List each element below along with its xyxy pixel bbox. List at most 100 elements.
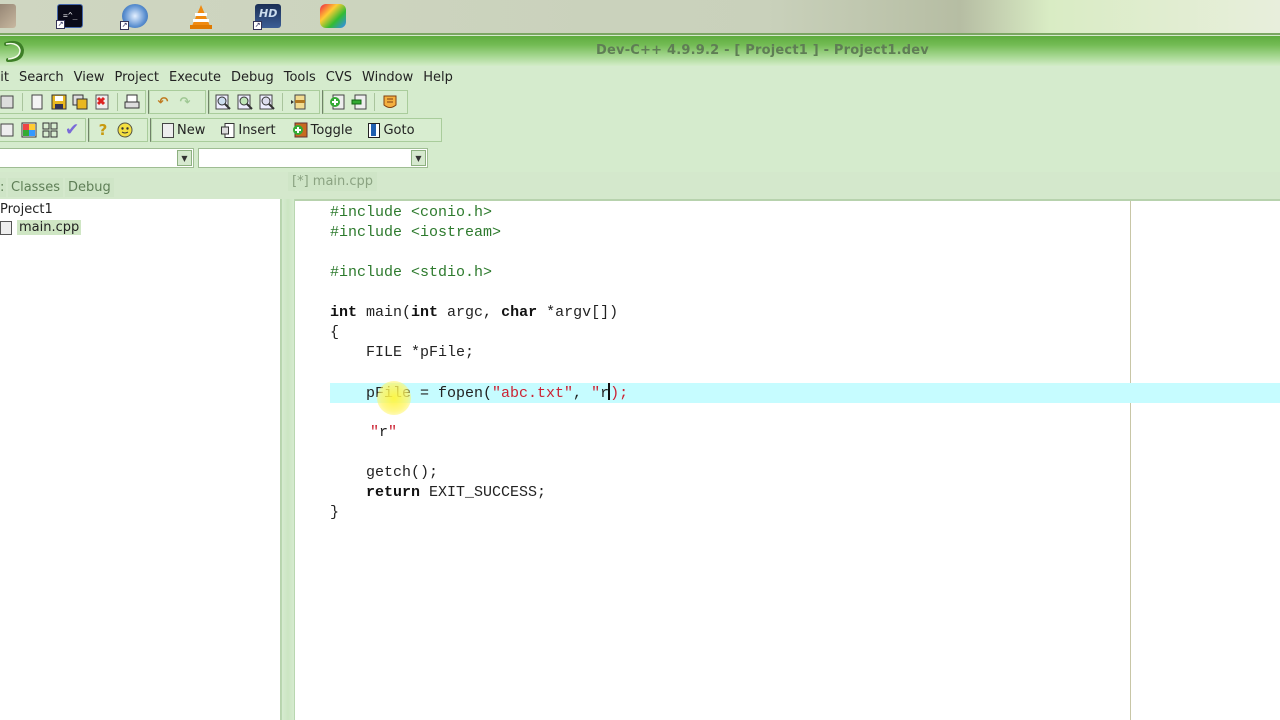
edit-toolbar-group: ↶ ↷ xyxy=(148,90,206,114)
print-icon[interactable] xyxy=(124,93,142,111)
dvd-icon[interactable]: ↗ xyxy=(120,4,148,30)
hd-icon[interactable]: HD ↗ xyxy=(253,4,281,30)
insert-label: Insert xyxy=(238,122,276,138)
string-literal: " xyxy=(591,385,601,402)
menu-project[interactable]: Project xyxy=(110,70,164,85)
code-text: , xyxy=(573,385,592,402)
undo-icon[interactable]: ↶ xyxy=(154,93,172,111)
save-all-icon[interactable] xyxy=(72,93,90,111)
toolbar-separator xyxy=(21,93,23,111)
code-line-current: pFile = fopen("abc.txt", "r); xyxy=(330,383,1280,403)
keyword: char xyxy=(501,304,538,321)
panel-splitter[interactable] xyxy=(281,199,295,720)
tree-item-project[interactable]: Project1 xyxy=(0,202,53,217)
code-text: argc, xyxy=(438,304,502,321)
code-text: ); xyxy=(610,385,629,402)
menu-window[interactable]: Window xyxy=(357,70,418,85)
goto-line-icon[interactable] xyxy=(289,93,307,111)
goto-bookmark-icon xyxy=(368,122,381,138)
toolbar-separator xyxy=(282,93,283,111)
toggle-label: Toggle xyxy=(310,122,353,138)
tab-debug[interactable]: Debug xyxy=(64,178,114,197)
new-button[interactable]: New xyxy=(156,120,211,140)
menu-bar: dit Search View Project Execute Debug To… xyxy=(0,66,1280,88)
chevron-down-icon[interactable]: ▼ xyxy=(177,150,192,166)
goto-button[interactable]: Goto xyxy=(362,120,420,140)
menu-cvs[interactable]: CVS xyxy=(321,70,357,85)
class-member-combo-row: ▼ ▼ xyxy=(0,144,1280,172)
code-text: pFile = fopen( xyxy=(330,385,493,402)
preprocessor-directive: #include xyxy=(330,224,403,241)
toggle-bookmark-icon xyxy=(292,122,308,138)
code-text: r xyxy=(379,424,389,441)
class-combo[interactable]: ▼ xyxy=(0,148,194,168)
keyword: return xyxy=(366,484,421,501)
help-icon[interactable]: ? xyxy=(94,121,112,139)
paint-icon[interactable] xyxy=(320,4,346,28)
editor-tabs: [*] main.cpp xyxy=(288,172,378,196)
insert-button[interactable]: Insert xyxy=(215,120,281,140)
add-to-project-icon[interactable] xyxy=(328,93,346,111)
code-line: return EXIT_SUCCESS; xyxy=(330,483,546,503)
code-text: *argv[]) xyxy=(537,304,619,321)
windows-icon[interactable] xyxy=(20,121,38,139)
file-icon xyxy=(0,220,12,235)
game-icon[interactable] xyxy=(0,4,16,28)
code-editor[interactable]: #include <conio.h> #include <iostream> #… xyxy=(295,199,1280,720)
preprocessor-directive: #include xyxy=(330,264,403,281)
tree-item-file-label: main.cpp xyxy=(17,220,82,235)
menu-tools[interactable]: Tools xyxy=(279,70,321,85)
menu-debug[interactable]: Debug xyxy=(226,70,279,85)
grid-icon[interactable] xyxy=(42,121,60,139)
help-toolbar-group: ? xyxy=(88,118,148,142)
window-title: Dev-C++ 4.9.9.2 - [ Project1 ] - Project… xyxy=(596,43,929,58)
vlc-cone-icon[interactable] xyxy=(189,4,213,29)
menu-edit[interactable]: dit xyxy=(0,70,14,85)
tree-item-file[interactable]: main.cpp xyxy=(0,220,82,235)
open-project-icon[interactable] xyxy=(0,93,16,111)
keyword: int xyxy=(411,304,439,321)
console-icon[interactable]: =^_ ↗ xyxy=(56,4,83,29)
code-line: #include <stdio.h> xyxy=(330,263,492,283)
new-label: New xyxy=(177,122,206,138)
code-line: int main(int argc, char *argv[]) xyxy=(330,303,618,323)
menu-execute[interactable]: Execute xyxy=(164,70,226,85)
quick-launch-bar: =^_ ↗ ↗ HD ↗ xyxy=(0,0,1280,35)
code-text: EXIT_SUCCESS; xyxy=(420,484,547,501)
class-browser-icon[interactable] xyxy=(0,121,16,139)
left-panel-tabs: : Classes Debug xyxy=(0,175,280,197)
find-icon[interactable] xyxy=(214,93,232,111)
remove-from-project-icon[interactable] xyxy=(350,93,368,111)
secondary-toolbar: ✔ ? New Insert Toggle Goto xyxy=(0,116,1280,144)
menu-search[interactable]: Search xyxy=(14,70,69,85)
tab-project[interactable]: : xyxy=(0,178,6,197)
menu-help[interactable]: Help xyxy=(418,70,458,85)
toolbar-separator xyxy=(116,93,118,111)
code-line: getch(); xyxy=(330,464,439,481)
main-toolbar: ↶ ↷ xyxy=(0,88,1280,116)
close-file-icon[interactable] xyxy=(93,93,111,111)
include-target: <iostream> xyxy=(411,224,502,241)
project-tree: Project1 main.cpp xyxy=(0,199,281,720)
tab-classes[interactable]: Classes xyxy=(8,178,63,197)
tab-main-cpp[interactable]: [*] main.cpp xyxy=(288,172,378,191)
chevron-down-icon[interactable]: ▼ xyxy=(411,150,426,166)
menu-view[interactable]: View xyxy=(69,70,110,85)
search-toolbar-group xyxy=(208,90,320,114)
new-file-icon[interactable] xyxy=(28,93,46,111)
project-toolbar-group xyxy=(322,90,408,114)
check-syntax-icon[interactable]: ✔ xyxy=(63,120,81,140)
keyword: int xyxy=(330,304,358,321)
shortcut-arrow-icon: ↗ xyxy=(253,21,262,30)
string-literal: " xyxy=(388,424,398,441)
save-icon[interactable] xyxy=(50,93,68,111)
bookmarks-toolbar-group: New Insert Toggle Goto xyxy=(150,118,442,142)
code-line: #include <conio.h> xyxy=(330,203,492,223)
toggle-button[interactable]: Toggle xyxy=(286,120,359,140)
find-next-icon[interactable] xyxy=(258,93,276,111)
find-replace-icon[interactable] xyxy=(236,93,254,111)
redo-icon[interactable]: ↷ xyxy=(176,93,194,111)
member-combo[interactable]: ▼ xyxy=(198,148,428,168)
about-smiley-icon[interactable] xyxy=(116,121,134,139)
project-options-icon[interactable] xyxy=(381,93,399,111)
